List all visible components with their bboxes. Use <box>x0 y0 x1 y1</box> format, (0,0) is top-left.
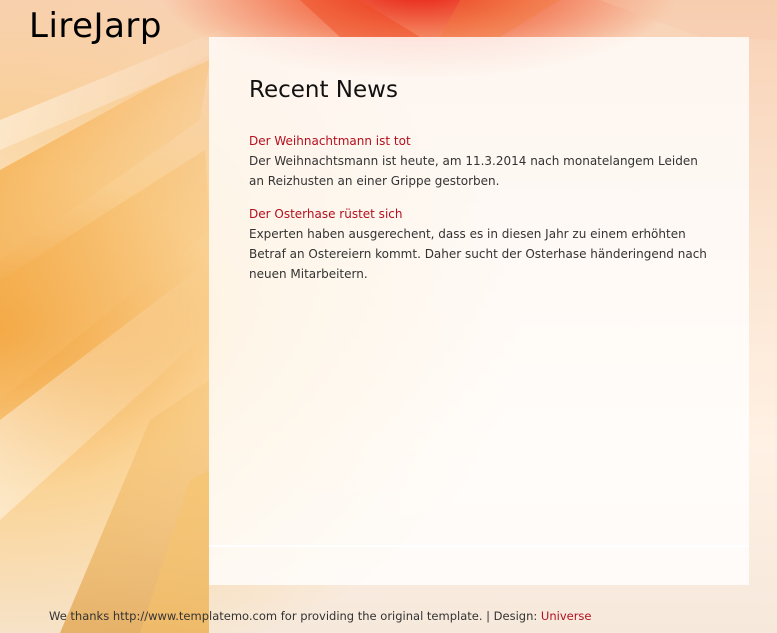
content-panel: Recent News Der Weihnachtmann ist tot De… <box>209 37 749 585</box>
panel-divider <box>209 545 749 547</box>
news-item: Der Weihnachtmann ist tot Der Weihnachts… <box>249 133 709 191</box>
news-text: Experten haben ausgerechent, dass es in … <box>249 227 707 281</box>
footer-design-link[interactable]: Universe <box>541 609 592 623</box>
news-text: Der Weihnachtsmann ist heute, am 11.3.20… <box>249 154 698 188</box>
footer-text: We thanks http://www.templatemo.com for … <box>49 609 541 623</box>
footer: We thanks http://www.templatemo.com for … <box>49 609 592 623</box>
news-title-link[interactable]: Der Weihnachtmann ist tot <box>249 133 709 149</box>
news-title-link[interactable]: Der Osterhase rüstet sich <box>249 206 709 222</box>
site-title[interactable]: LireJarp <box>29 6 162 46</box>
section-heading: Recent News <box>249 77 398 103</box>
news-item: Der Osterhase rüstet sich Experten haben… <box>249 206 709 284</box>
